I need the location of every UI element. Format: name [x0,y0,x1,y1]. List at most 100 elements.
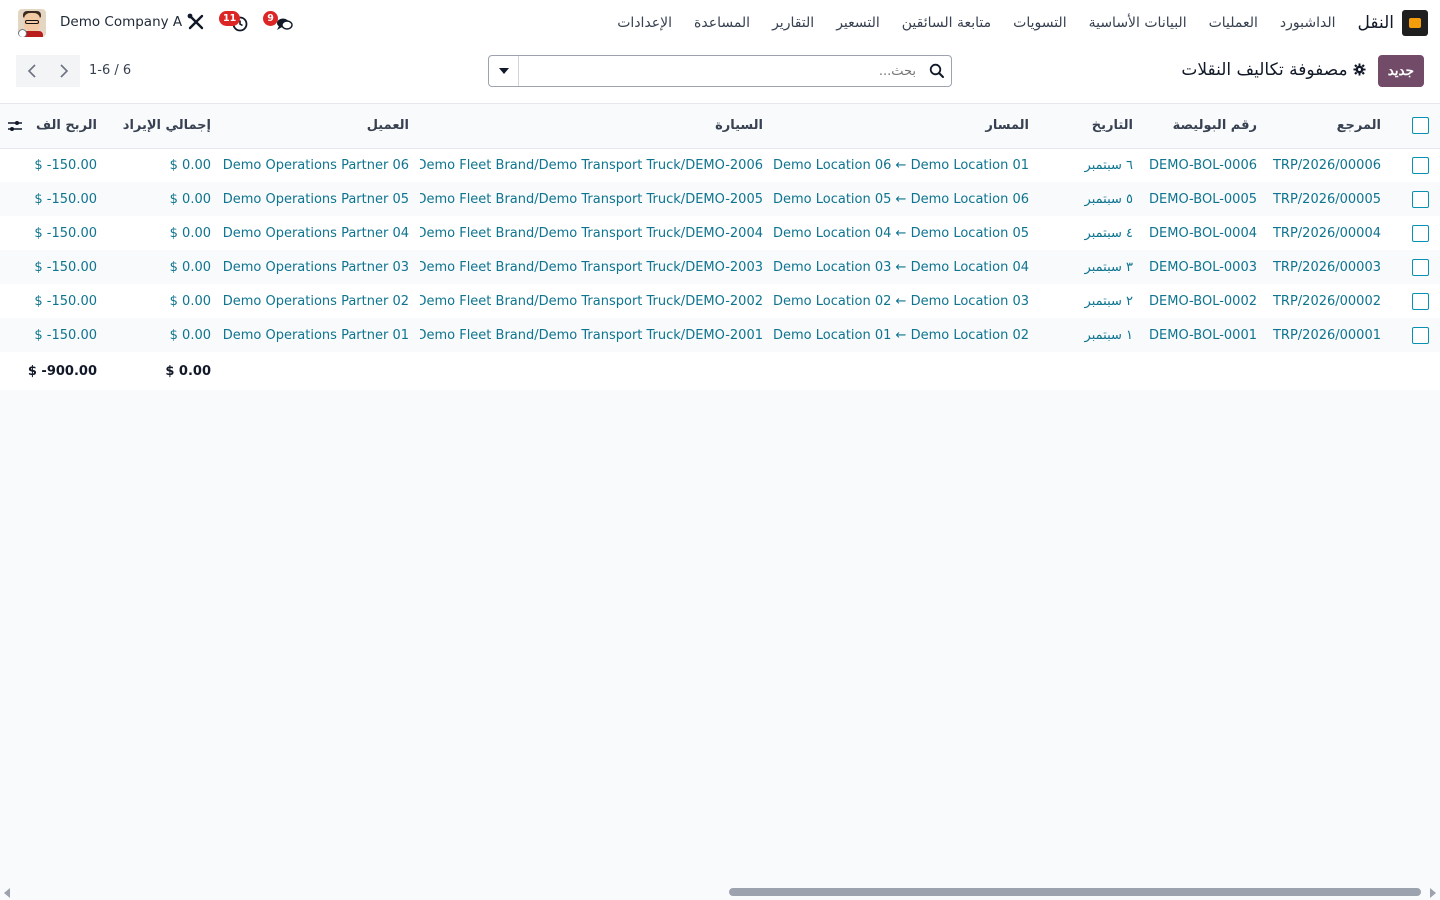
row-checkbox[interactable] [1412,156,1429,174]
menu-settlements[interactable]: التسويات [1013,15,1066,31]
menu-dashboard[interactable]: الداشبورد [1280,15,1336,31]
record-date[interactable]: ٥ سبتمبر [1040,182,1144,216]
menu-driver-tracking[interactable]: متابعة السائقين [902,15,991,31]
table-row[interactable]: TRP/2026/00005 DEMO-BOL-0005 ٥ سبتمبر Demo … [0,182,1440,216]
pager-next-button[interactable] [48,55,80,87]
search-input[interactable] [520,56,920,86]
record-customer[interactable]: Demo Operations Partner 03 [222,250,420,284]
record-revenue[interactable]: $ 0.00 [108,318,222,352]
record-profit[interactable]: $ -150.00 [0,250,108,284]
record-customer[interactable]: Demo Operations Partner 01 [222,318,420,352]
menu-help[interactable]: المساعدة [694,15,750,31]
record-bol[interactable]: DEMO-BOL-0006 [1144,148,1268,182]
record-profit[interactable]: $ -150.00 [0,182,108,216]
optional-columns-icon[interactable] [7,119,23,133]
record-customer[interactable]: Demo Operations Partner 04 [222,216,420,250]
record-date[interactable]: ١ سبتمبر [1040,318,1144,352]
company-switcher[interactable]: Demo Company A [60,14,182,30]
row-checkbox[interactable] [1412,326,1429,344]
record-bol[interactable]: DEMO-BOL-0003 [1144,250,1268,284]
record-route[interactable]: Demo Location 04 ← Demo Location 05 [774,216,1040,250]
record-profit[interactable]: $ -150.00 [0,148,108,182]
col-header-route[interactable]: المسار [774,104,1040,149]
scrollbar-thumb[interactable] [729,888,1421,896]
record-revenue[interactable]: $ 0.00 [108,148,222,182]
record-profit[interactable]: $ -150.00 [0,318,108,352]
menu-master-data[interactable]: البيانات الأساسية [1089,15,1187,31]
menu-operations[interactable]: العمليات [1209,15,1258,31]
col-header-date[interactable]: التاريخ [1040,104,1144,149]
new-button[interactable]: جديد [1377,55,1424,87]
col-header-profit[interactable]: الربح الف [0,104,108,149]
record-date[interactable]: ٤ سبتمبر [1040,216,1144,250]
menu-reports[interactable]: التقارير [772,15,814,31]
record-vehicle[interactable]: Demo Fleet Brand/Demo Transport Truck/DE… [420,284,774,318]
select-all-checkbox[interactable] [1412,117,1429,135]
record-bol[interactable]: DEMO-BOL-0002 [1144,284,1268,318]
record-route[interactable]: Demo Location 01 ← Demo Location 02 [774,318,1040,352]
record-profit[interactable]: $ -150.00 [0,284,108,318]
table-row[interactable]: TRP/2026/00004 DEMO-BOL-0004 ٤ سبتمبر Demo … [0,216,1440,250]
col-header-customer[interactable]: العميل [222,104,420,149]
record-customer[interactable]: Demo Operations Partner 05 [222,182,420,216]
record-revenue[interactable]: $ 0.00 [108,216,222,250]
chevron-right-icon [60,64,69,78]
menu-settings[interactable]: الإعدادات [617,15,672,31]
record-route[interactable]: Demo Location 06 ← Demo Location 01 [774,148,1040,182]
record-revenue[interactable]: $ 0.00 [108,182,222,216]
col-header-ref[interactable]: المرجع [1268,104,1392,149]
record-ref[interactable]: TRP/2026/00003 [1268,250,1392,284]
row-checkbox[interactable] [1412,258,1429,276]
record-bol[interactable]: DEMO-BOL-0004 [1144,216,1268,250]
row-checkbox[interactable] [1412,292,1429,310]
table-row[interactable]: TRP/2026/00003 DEMO-BOL-0003 ٣ سبتمبر Demo … [0,250,1440,284]
record-ref[interactable]: TRP/2026/00001 [1268,318,1392,352]
pager-value[interactable]: 1-6 / 6 [89,63,131,78]
col-header-revenue[interactable]: إجمالي الإيراد [108,104,222,149]
menu-pricing[interactable]: التسعير [836,15,880,31]
table-row[interactable]: TRP/2026/00002 DEMO-BOL-0002 ٢ سبتمبر Demo … [0,284,1440,318]
row-checkbox[interactable] [1412,224,1429,242]
record-date[interactable]: ٣ سبتمبر [1040,250,1144,284]
row-select-cell [1392,216,1440,250]
top-navbar: Demo Company A 11 9 النقل الداشبورد العم… [0,0,1440,46]
pager-prev-button[interactable] [16,55,48,87]
control-panel: جديد مصفوفة تكاليف النقلات 1-6 / 6 [0,46,1440,104]
horizontal-scrollbar[interactable] [0,886,1440,900]
tools-icon[interactable] [185,12,207,34]
record-ref[interactable]: TRP/2026/00004 [1268,216,1392,250]
col-header-bol[interactable]: رقم البوليصة [1144,104,1268,149]
record-ref[interactable]: TRP/2026/00002 [1268,284,1392,318]
record-date[interactable]: ٢ سبتمبر [1040,284,1144,318]
record-route[interactable]: Demo Location 05 ← Demo Location 06 [774,182,1040,216]
user-avatar[interactable] [18,9,46,37]
record-bol[interactable]: DEMO-BOL-0001 [1144,318,1268,352]
record-vehicle[interactable]: Demo Fleet Brand/Demo Transport Truck/DE… [420,250,774,284]
search-options-toggle[interactable] [489,56,519,86]
record-customer[interactable]: Demo Operations Partner 06 [222,148,420,182]
scroll-left-icon[interactable] [4,888,10,898]
record-date[interactable]: ٦ سبتمبر [1040,148,1144,182]
record-ref[interactable]: TRP/2026/00006 [1268,148,1392,182]
table-row[interactable]: TRP/2026/00006 DEMO-BOL-0006 ٦ سبتمبر Demo … [0,148,1440,182]
search-icon[interactable] [929,63,945,79]
row-checkbox[interactable] [1412,190,1429,208]
record-vehicle[interactable]: Demo Fleet Brand/Demo Transport Truck/DE… [420,318,774,352]
record-customer[interactable]: Demo Operations Partner 02 [222,284,420,318]
record-profit[interactable]: $ -150.00 [0,216,108,250]
app-logo-icon[interactable] [1402,10,1428,36]
scroll-right-icon[interactable] [1430,888,1436,898]
record-bol[interactable]: DEMO-BOL-0005 [1144,182,1268,216]
record-vehicle[interactable]: Demo Fleet Brand/Demo Transport Truck/DE… [420,182,774,216]
record-vehicle[interactable]: Demo Fleet Brand/Demo Transport Truck/DE… [420,148,774,182]
col-header-vehicle[interactable]: السيارة [420,104,774,149]
record-revenue[interactable]: $ 0.00 [108,284,222,318]
record-vehicle[interactable]: Demo Fleet Brand/Demo Transport Truck/DE… [420,216,774,250]
record-route[interactable]: Demo Location 03 ← Demo Location 04 [774,250,1040,284]
gear-icon[interactable] [1353,63,1366,76]
app-name[interactable]: النقل [1357,13,1394,33]
record-ref[interactable]: TRP/2026/00005 [1268,182,1392,216]
record-route[interactable]: Demo Location 02 ← Demo Location 03 [774,284,1040,318]
table-row[interactable]: TRP/2026/00001 DEMO-BOL-0001 ١ سبتمبر Demo … [0,318,1440,352]
record-revenue[interactable]: $ 0.00 [108,250,222,284]
